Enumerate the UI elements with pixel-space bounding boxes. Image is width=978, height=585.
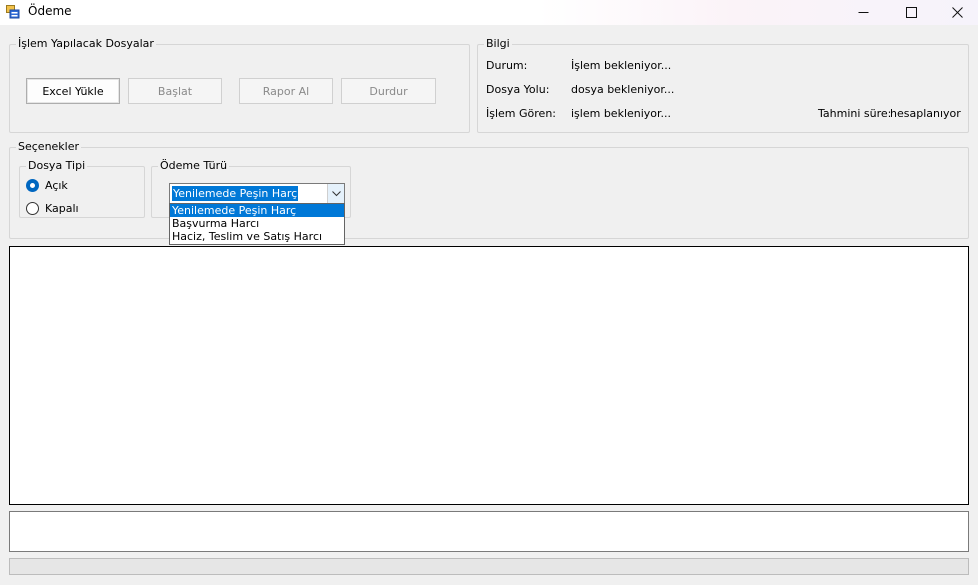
file-type-closed-radio[interactable]	[26, 202, 39, 215]
progress-bar	[9, 558, 969, 575]
form-icon	[6, 5, 20, 19]
file-type-open-radio[interactable]	[26, 179, 39, 192]
maximize-icon	[905, 7, 917, 18]
payment-type-dropdown-list: Yenilemede Peşin Harç Başvurma Harcı Hac…	[169, 203, 345, 245]
close-button[interactable]	[934, 0, 978, 25]
file-path-value: dosya bekleniyor...	[571, 83, 675, 96]
payment-type-combobox[interactable]: Yenilemede Peşin Harç	[169, 183, 345, 204]
start-button[interactable]: Başlat	[128, 78, 222, 104]
file-type-closed-label[interactable]: Kapalı	[45, 202, 79, 215]
status-label: Durum:	[486, 59, 528, 72]
processed-label: İşlem Gören:	[486, 107, 556, 120]
window-title: Ödeme	[28, 4, 72, 18]
minimize-icon	[858, 12, 868, 13]
payment-type-selected-value: Yenilemede Peşin Harç	[172, 186, 299, 201]
dropdown-option[interactable]: Başvurma Harcı	[170, 217, 344, 230]
processed-value: işlem bekleniyor...	[571, 107, 672, 120]
file-type-legend: Dosya Tipi	[26, 159, 88, 173]
title-bar: Ödeme	[0, 0, 978, 25]
combo-dropdown-button[interactable]	[327, 184, 344, 203]
dropdown-option[interactable]: Haciz, Teslim ve Satış Harcı	[170, 230, 344, 243]
eta-value: hesaplanıyor	[890, 107, 961, 120]
log-textarea[interactable]	[9, 246, 969, 505]
stop-button[interactable]: Durdur	[341, 78, 436, 104]
chevron-down-icon	[331, 190, 341, 196]
files-group-legend: İşlem Yapılacak Dosyalar	[16, 37, 156, 51]
status-value: İşlem bekleniyor...	[571, 59, 672, 72]
minimize-button[interactable]	[840, 0, 886, 25]
status-textbox[interactable]	[9, 511, 969, 552]
file-type-open-label[interactable]: Açık	[45, 179, 68, 192]
payment-type-legend: Ödeme Türü	[158, 159, 230, 173]
eta-label: Tahmini süre:	[818, 107, 892, 120]
maximize-button[interactable]	[888, 0, 934, 25]
close-icon	[951, 7, 963, 18]
file-path-label: Dosya Yolu:	[486, 83, 550, 96]
excel-load-button[interactable]: Excel Yükle	[26, 78, 120, 104]
payment-window: Ödeme İşlem Yapılacak Dosyalar Excel Yük…	[0, 0, 978, 585]
options-group-legend: Seçenekler	[16, 140, 82, 154]
report-button[interactable]: Rapor Al	[239, 78, 333, 104]
dropdown-option[interactable]: Yenilemede Peşin Harç	[170, 204, 344, 217]
info-group-legend: Bilgi	[484, 37, 512, 51]
